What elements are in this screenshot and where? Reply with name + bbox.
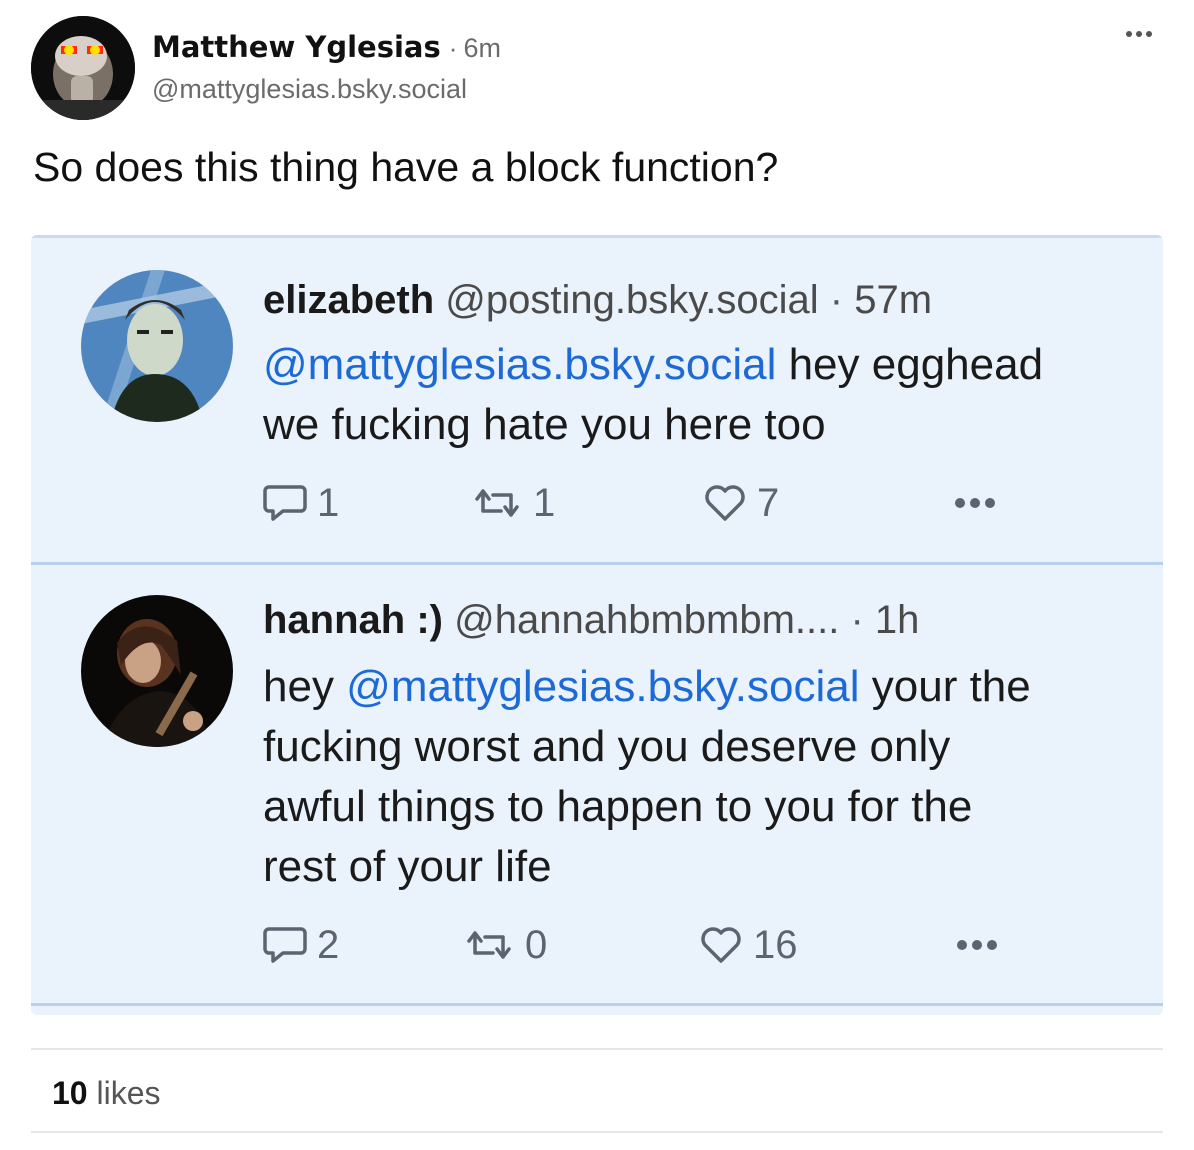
- like-count-action: 7: [703, 478, 779, 528]
- reply-header: elizabeth @posting.bsky.social · 57m: [263, 278, 932, 323]
- reply-text: @mattyglesias.bsky.social hey egghead we…: [263, 335, 1143, 455]
- likes-count: 10: [52, 1075, 88, 1111]
- dot-separator: ·: [850, 598, 864, 642]
- reply-actions: 2 0 16: [263, 920, 1043, 970]
- reply-count: 1: [317, 480, 340, 525]
- post-header: Matthew Yglesias · 6m @mattyglesias.bsky.s…: [31, 16, 1171, 120]
- mention-link: @mattyglesias.bsky.social: [346, 662, 860, 711]
- reply-count: 2: [317, 922, 340, 967]
- reply-time: 1h: [874, 598, 920, 642]
- reply-text-line: fucking worst and you deserve only: [263, 722, 951, 771]
- post-text: So does this thing have a block function…: [33, 144, 779, 190]
- repost-count: 1: [533, 480, 556, 525]
- like-count: 7: [757, 480, 780, 525]
- reply-text: hey @mattyglesias.bsky.social your the f…: [263, 657, 1143, 897]
- reply-author-name: elizabeth: [263, 278, 435, 322]
- heart-icon: [699, 925, 743, 965]
- reply-text-line: rest of your life: [263, 842, 552, 891]
- reply-text-line: awful things to happen to you for the: [263, 782, 973, 831]
- repost-count-action: 0: [463, 920, 547, 970]
- likes-summary[interactable]: 10 likes: [52, 1075, 161, 1112]
- reply-text-line: we fucking hate you here too: [263, 400, 826, 449]
- dot-separator: ·: [829, 278, 844, 322]
- reply-count-action: 2: [263, 920, 339, 970]
- ellipsis-icon: [955, 920, 999, 970]
- like-count-action: 16: [699, 920, 798, 970]
- reply-text-line: your the: [859, 662, 1031, 711]
- reply-item: elizabeth @posting.bsky.social · 57m @ma…: [31, 235, 1163, 562]
- divider: [31, 1131, 1163, 1133]
- embedded-image[interactable]: elizabeth @posting.bsky.social · 57m @ma…: [31, 235, 1163, 1015]
- embed-divider: [31, 1003, 1163, 1006]
- repost-icon: [471, 485, 523, 521]
- reply-header: hannah :) @hannahbmbmbm.... · 1h: [263, 598, 919, 643]
- heart-icon: [703, 483, 747, 523]
- reply-author-name: hannah :): [263, 598, 443, 642]
- like-count: 16: [753, 922, 798, 967]
- avatar: [81, 270, 233, 422]
- mention-link: @mattyglesias.bsky.social: [263, 340, 777, 389]
- repost-count: 0: [525, 922, 548, 967]
- divider: [31, 1048, 1163, 1050]
- reply-text-line: hey: [263, 662, 347, 711]
- author-line: Matthew Yglesias · 6m: [152, 30, 501, 65]
- reply-item: hannah :) @hannahbmbmbm.... · 1h hey @ma…: [31, 565, 1163, 1003]
- reply-time: 57m: [854, 278, 933, 322]
- reply-count-action: 1: [263, 478, 339, 528]
- author-handle[interactable]: @mattyglesias.bsky.social: [152, 74, 467, 105]
- comment-icon: [263, 483, 307, 523]
- ellipsis-icon: [953, 478, 997, 528]
- likes-label: likes: [96, 1075, 161, 1111]
- post-time[interactable]: 6m: [463, 33, 501, 63]
- reply-actions: 1 1 7: [263, 478, 1043, 528]
- repost-icon: [463, 927, 515, 963]
- author-name[interactable]: Matthew Yglesias: [152, 30, 441, 64]
- reply-text-line: hey egghead: [776, 340, 1044, 389]
- reply-handle: @hannahbmbmbm....: [454, 598, 840, 642]
- avatar: [81, 595, 233, 747]
- dot-separator: ·: [448, 33, 458, 63]
- ellipsis-icon[interactable]: [1124, 26, 1154, 42]
- repost-count-action: 1: [471, 478, 555, 528]
- reply-handle: @posting.bsky.social: [445, 278, 819, 322]
- avatar[interactable]: [31, 16, 135, 120]
- comment-icon: [263, 925, 307, 965]
